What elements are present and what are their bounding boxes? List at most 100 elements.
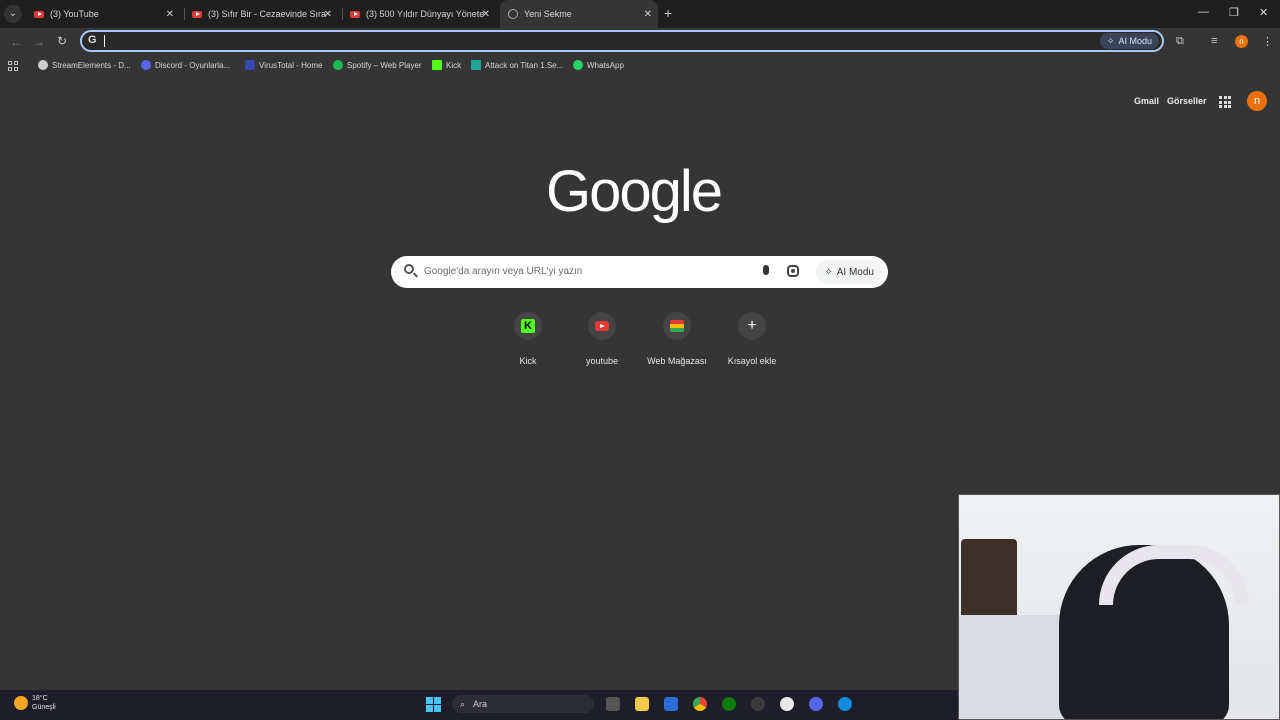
shortcut-youtube[interactable]: youtube [567, 312, 637, 366]
bookmark-discord[interactable]: Discord - Oyunlarla... [141, 60, 230, 70]
shortcut-label: youtube [585, 356, 619, 366]
tab-sifir-bir[interactable]: (3) Sıfır Bir - Cezaevinde Sıradan ✕ [186, 0, 338, 28]
close-window-icon[interactable]: ✕ [1259, 6, 1268, 19]
search-box[interactable]: Google'da arayın veya URL'yi yazın ✧ AI … [391, 256, 888, 288]
shortcut-kick[interactable]: K Kick [493, 312, 563, 366]
shortcut-tile: + [738, 312, 766, 340]
xbox-icon[interactable] [722, 697, 736, 711]
new-tab-button[interactable]: + [664, 5, 672, 21]
tab-search-button[interactable]: ⌄ [4, 5, 22, 23]
gmail-link[interactable]: Gmail [1134, 96, 1159, 106]
tab-title: (3) YouTube [50, 9, 99, 19]
shortcut-web-store[interactable]: Web Mağazası [642, 312, 712, 366]
tab-title: Yeni Sekme [524, 9, 572, 19]
kick-icon: K [521, 319, 535, 333]
address-bar[interactable]: G ✧ AI Modu [80, 30, 1164, 52]
menu-icon[interactable]: ⋮ [1262, 35, 1273, 48]
file-explorer-icon[interactable] [635, 697, 649, 711]
google-g-icon: G [88, 34, 97, 46]
tab-title: (3) 500 Yıldır Dünyayı Yöneten [366, 9, 484, 19]
ai-sparkle-icon: ✧ [1106, 35, 1115, 46]
tab-youtube[interactable]: (3) YouTube ✕ [28, 0, 180, 28]
globe-icon [508, 9, 518, 19]
extensions-icon[interactable]: ⧉ [1176, 35, 1184, 48]
bookmark-virustotal[interactable]: VirusTotal - Home [245, 60, 322, 70]
weather-temp: 18°C [32, 695, 48, 702]
tab-500-yildir[interactable]: (3) 500 Yıldır Dünyayı Yöneten ✕ [344, 0, 496, 28]
search-icon [404, 264, 414, 274]
ai-mode-search-button[interactable]: ✧ AI Modu [816, 260, 882, 284]
chrome-icon[interactable] [693, 697, 707, 711]
youtube-icon [34, 10, 44, 18]
whatsapp-icon [573, 60, 583, 70]
tab-yeni-sekme[interactable]: Yeni Sekme ✕ [500, 0, 658, 28]
shortcut-tile [588, 312, 616, 340]
webcam-headboard [961, 539, 1017, 619]
profile-avatar-small[interactable]: n [1235, 35, 1248, 48]
edge-icon[interactable] [838, 697, 852, 711]
attack-on-titan-icon [471, 60, 481, 70]
google-lens-icon[interactable] [787, 265, 799, 277]
search-input[interactable]: Google'da arayın veya URL'yi yazın [424, 266, 582, 277]
bookmark-whatsapp[interactable]: WhatsApp [573, 60, 624, 70]
bookmark-attack-on-titan[interactable]: Attack on Titan 1.Se... [471, 60, 563, 70]
forward-icon[interactable]: → [33, 35, 45, 49]
account-avatar[interactable]: n [1247, 91, 1267, 111]
bookmark-label: VirusTotal - Home [259, 60, 323, 70]
task-view-icon[interactable] [606, 697, 620, 711]
close-icon[interactable]: ✕ [324, 9, 332, 20]
bookmark-label: Kick [446, 60, 462, 70]
back-icon[interactable]: ← [10, 35, 22, 49]
shortcut-label: Kısayol ekle [727, 356, 777, 366]
shortcut-label: Kick [519, 356, 537, 366]
ai-mode-label: AI Modu [836, 266, 874, 278]
google-apps-icon[interactable] [1219, 96, 1231, 108]
bookmark-label: Discord - Oyunlarla... [155, 60, 231, 70]
reload-icon[interactable]: ↻ [57, 34, 67, 48]
webcam-overlay [958, 494, 1280, 720]
plus-icon: + [747, 317, 757, 334]
minimize-icon[interactable]: — [1198, 6, 1209, 18]
kick-icon [432, 60, 442, 70]
close-icon[interactable]: ✕ [166, 9, 174, 20]
windows-start-icon[interactable] [426, 697, 441, 712]
microphone-icon[interactable] [763, 265, 769, 275]
discord-icon[interactable] [809, 697, 823, 711]
shortcut-add[interactable]: + Kısayol ekle [717, 312, 787, 366]
images-link[interactable]: Görseller [1167, 96, 1207, 106]
bookmark-kick[interactable]: Kick [432, 60, 461, 70]
youtube-icon [350, 10, 360, 18]
ai-mode-button[interactable]: ✧ AI Modu [1099, 33, 1159, 49]
discord-icon [141, 60, 151, 70]
shortcut-label: Web Mağazası [647, 356, 707, 366]
bookmark-spotify[interactable]: Spotify – Web Player [333, 60, 422, 70]
text-caret [104, 35, 105, 47]
weather-sun-icon [14, 696, 28, 710]
search-icon: ⌕ [460, 698, 466, 709]
web-store-icon [670, 320, 684, 332]
youtube-icon [595, 321, 609, 331]
close-icon[interactable]: ✕ [644, 9, 652, 20]
weather-widget[interactable]: 18°C Güneşli [14, 694, 56, 712]
bookmark-label: Spotify – Web Player [347, 60, 422, 70]
ai-mode-label: AI Modu [1118, 36, 1152, 46]
google-logo: Google [546, 159, 723, 224]
steam-icon[interactable] [751, 697, 765, 711]
ai-sparkle-icon: ✧ [824, 266, 833, 278]
microsoft-store-icon[interactable] [664, 697, 678, 711]
taskbar-search[interactable]: ⌕ Ara [452, 695, 594, 713]
media-control-icon[interactable]: ≡ [1211, 35, 1217, 47]
weather-condition: Güneşli [32, 704, 56, 711]
weather-text: 18°C Güneşli [32, 694, 56, 712]
close-icon[interactable]: ✕ [482, 9, 490, 20]
restore-icon[interactable]: ❐ [1229, 6, 1239, 19]
apps-icon[interactable] [8, 61, 18, 71]
bookmark-label: WhatsApp [587, 60, 624, 70]
bookmark-streamelements[interactable]: StreamElements - D... [38, 60, 131, 70]
taskbar-search-label: Ara [473, 699, 488, 709]
g-hub-icon[interactable] [780, 697, 794, 711]
bookmark-label: Attack on Titan 1.Se... [485, 60, 564, 70]
tab-divider [342, 8, 343, 20]
shortcut-tile [663, 312, 691, 340]
youtube-icon [192, 10, 202, 18]
